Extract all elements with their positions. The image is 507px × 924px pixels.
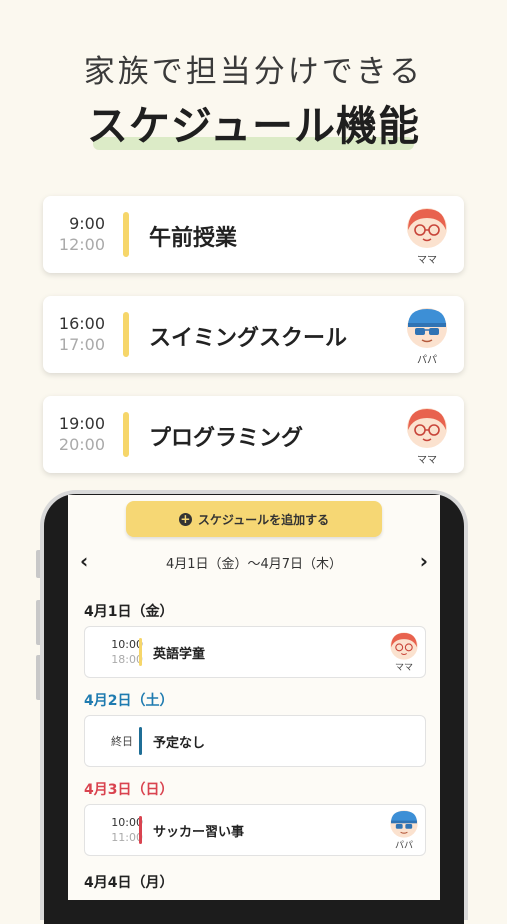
end-time: 11:00 — [111, 831, 143, 844]
role-label: ママ — [417, 455, 437, 466]
role-label: パパ — [394, 841, 413, 851]
phone-side-button — [36, 600, 40, 645]
start-time: 16:00 — [58, 314, 105, 333]
end-time: 20:00 — [58, 435, 105, 454]
start-time: 10:00 — [111, 816, 143, 829]
phone-side-button — [36, 550, 40, 578]
all-day-label: 終日 — [111, 735, 133, 748]
header-subtitle: 家族で担当分けできる — [83, 54, 424, 90]
mama-face-icon — [407, 208, 447, 248]
add-schedule-button[interactable]: + スケジュールを追加する — [126, 501, 382, 537]
end-time: 18:00 — [111, 653, 143, 666]
papa-face-icon — [390, 810, 418, 838]
role-label: ママ — [417, 255, 437, 266]
mama-avatar: ママ — [389, 631, 419, 675]
mama-avatar: ママ — [405, 206, 449, 266]
day-label: 4月2日（土） — [84, 693, 174, 709]
day-label: 4月4日（月） — [84, 875, 174, 891]
day-label: 4月3日（日） — [84, 782, 174, 798]
item-color-bar — [139, 816, 142, 844]
schedule-name: スイミングスクール — [149, 326, 348, 351]
day-label: 4月1日（金） — [84, 604, 174, 620]
schedule-card[interactable]: 19:00 20:00 プログラミング ママ — [43, 396, 464, 473]
card-color-bar — [123, 212, 129, 257]
add-schedule-label: スケジュールを追加する — [197, 512, 330, 527]
papa-face-icon — [407, 308, 447, 348]
papa-avatar: パパ — [405, 306, 449, 366]
schedule-name: プログラミング — [149, 426, 304, 451]
phone-side-button — [36, 655, 40, 700]
mama-avatar: ママ — [405, 406, 449, 466]
start-time: 9:00 — [69, 214, 105, 233]
schedule-card[interactable]: 9:00 12:00 午前授業 ママ — [43, 196, 464, 273]
plus-icon: + — [178, 511, 192, 526]
week-navigator: ‹ 4月1日（金）〜4月7日（木） › — [68, 550, 440, 574]
papa-avatar: パパ — [389, 809, 419, 853]
card-color-bar — [123, 312, 129, 357]
schedule-name: 英語学童 — [153, 647, 206, 662]
schedule-name: 午前授業 — [149, 226, 238, 251]
card-color-bar — [123, 412, 129, 457]
header-title: スケジュール機能 — [86, 102, 421, 150]
role-label: パパ — [417, 355, 437, 366]
end-time: 17:00 — [58, 335, 105, 354]
role-label: ママ — [394, 663, 413, 673]
end-time: 12:00 — [58, 235, 105, 254]
schedule-item[interactable]: 10:00 18:00 英語学童 ママ — [84, 626, 426, 678]
start-time: 19:00 — [58, 414, 105, 433]
schedule-card[interactable]: 16:00 17:00 スイミングスクール パパ — [43, 296, 464, 373]
item-color-bar — [139, 727, 142, 755]
schedule-item[interactable]: 終日 予定なし — [84, 715, 426, 767]
schedule-name: 予定なし — [153, 736, 206, 751]
schedule-name: サッカー習い事 — [153, 825, 245, 840]
start-time: 10:00 — [111, 638, 143, 651]
mama-face-icon — [407, 408, 447, 448]
chevron-right-icon[interactable]: › — [420, 550, 428, 572]
week-range: 4月1日（金）〜4月7日（木） — [165, 557, 343, 572]
mama-face-icon — [390, 632, 418, 660]
phone-screen: + スケジュールを追加する ‹ 4月1日（金）〜4月7日（木） › 4月1日（金… — [68, 495, 440, 900]
item-color-bar — [139, 638, 142, 666]
schedule-item[interactable]: 10:00 11:00 サッカー習い事 パパ — [84, 804, 426, 856]
